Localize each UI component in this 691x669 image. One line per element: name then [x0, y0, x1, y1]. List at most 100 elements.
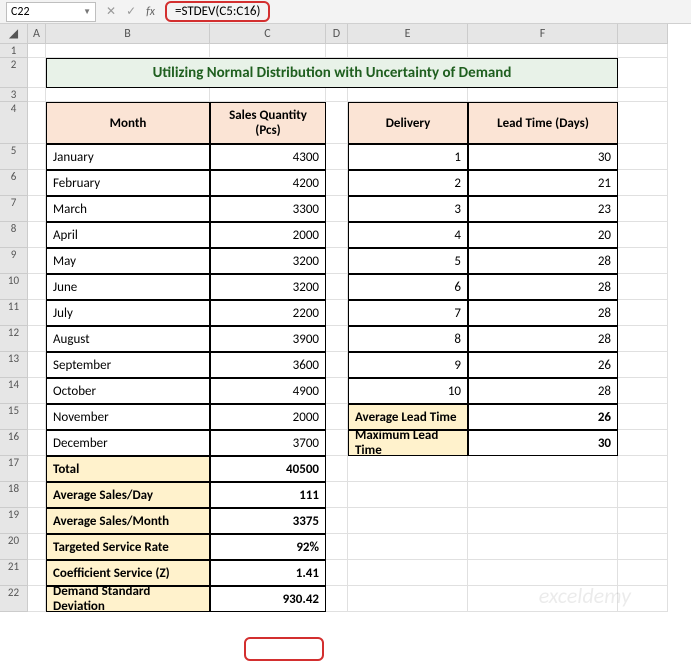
row-20[interactable]: 20 — [0, 534, 28, 560]
qty-cell[interactable]: 2000 — [210, 404, 326, 430]
cancel-icon[interactable]: ✕ — [106, 4, 116, 19]
left-summary-label[interactable]: Total — [46, 456, 210, 482]
month-cell[interactable]: December — [46, 430, 210, 456]
delivery-cell[interactable]: 6 — [348, 274, 468, 300]
enter-icon[interactable]: ✓ — [126, 4, 136, 19]
delivery-cell[interactable]: 4 — [348, 222, 468, 248]
row-12[interactable]: 12 — [0, 326, 28, 352]
qty-cell[interactable]: 3200 — [210, 274, 326, 300]
leadtime-cell[interactable]: 21 — [468, 170, 618, 196]
delivery-cell[interactable]: 9 — [348, 352, 468, 378]
month-cell[interactable]: May — [46, 248, 210, 274]
qty-cell[interactable]: 4300 — [210, 144, 326, 170]
month-cell[interactable]: August — [46, 326, 210, 352]
row-18[interactable]: 18 — [0, 482, 28, 508]
month-cell[interactable]: June — [46, 274, 210, 300]
row-7[interactable]: 7 — [0, 196, 28, 222]
left-summary-value[interactable]: 111 — [210, 482, 326, 508]
qty-cell[interactable]: 2000 — [210, 222, 326, 248]
left-summary-value[interactable]: 92% — [210, 534, 326, 560]
row-22[interactable]: 22 — [0, 586, 28, 612]
month-cell[interactable]: November — [46, 404, 210, 430]
right-summary-label[interactable]: Average Lead Time — [348, 404, 468, 430]
row-11[interactable]: 11 — [0, 300, 28, 326]
month-cell[interactable]: September — [46, 352, 210, 378]
name-box-value: C22 — [11, 5, 30, 19]
col-A[interactable]: A — [28, 24, 46, 44]
leadtime-cell[interactable]: 26 — [468, 352, 618, 378]
left-summary-label[interactable]: Average Sales/Day — [46, 482, 210, 508]
row-9[interactable]: 9 — [0, 248, 28, 274]
leadtime-cell[interactable]: 20 — [468, 222, 618, 248]
row-10[interactable]: 10 — [0, 274, 28, 300]
left-summary-label[interactable]: Demand Standard Deviation — [46, 586, 210, 612]
select-all[interactable]: ◢ — [0, 24, 28, 44]
col-E[interactable]: E — [348, 24, 468, 44]
row-1[interactable]: 1 — [0, 44, 28, 58]
row-16[interactable]: 16 — [0, 430, 28, 456]
row-3[interactable]: 3 — [0, 88, 28, 102]
fx-label[interactable]: fx — [146, 5, 155, 19]
delivery-cell[interactable]: 5 — [348, 248, 468, 274]
row-2[interactable]: 2 — [0, 58, 28, 88]
qty-cell[interactable]: 2200 — [210, 300, 326, 326]
leadtime-cell[interactable]: 28 — [468, 326, 618, 352]
col-F[interactable]: F — [468, 24, 618, 44]
delivery-cell[interactable]: 7 — [348, 300, 468, 326]
month-cell[interactable]: July — [46, 300, 210, 326]
row-4[interactable]: 4 — [0, 102, 28, 144]
row-19[interactable]: 19 — [0, 508, 28, 534]
delivery-cell[interactable]: 2 — [348, 170, 468, 196]
leadtime-cell[interactable]: 28 — [468, 248, 618, 274]
qty-cell[interactable]: 3600 — [210, 352, 326, 378]
right-summary-value[interactable]: 30 — [468, 430, 618, 456]
name-box-dropdown-icon[interactable]: ▼ — [83, 7, 91, 17]
left-summary-label[interactable]: Coefficient Service (Z) — [46, 560, 210, 586]
left-summary-value[interactable]: 930.42 — [210, 586, 326, 612]
row-15[interactable]: 15 — [0, 404, 28, 430]
row-21[interactable]: 21 — [0, 560, 28, 586]
col-C[interactable]: C — [210, 24, 326, 44]
row-14[interactable]: 14 — [0, 378, 28, 404]
qty-cell[interactable]: 4900 — [210, 378, 326, 404]
left-summary-value[interactable]: 1.41 — [210, 560, 326, 586]
month-cell[interactable]: October — [46, 378, 210, 404]
row-8[interactable]: 8 — [0, 222, 28, 248]
qty-cell[interactable]: 3200 — [210, 248, 326, 274]
leadtime-cell[interactable]: 23 — [468, 196, 618, 222]
highlight-ring — [244, 637, 324, 661]
right-summary-label[interactable]: Maximum Lead Time — [348, 430, 468, 456]
delivery-cell[interactable]: 8 — [348, 326, 468, 352]
month-cell[interactable]: February — [46, 170, 210, 196]
row-5[interactable]: 5 — [0, 144, 28, 170]
header-delivery: Delivery — [348, 102, 468, 144]
leadtime-cell[interactable]: 30 — [468, 144, 618, 170]
left-summary-value[interactable]: 3375 — [210, 508, 326, 534]
formula-input[interactable]: =STDEV(C5:C16) — [165, 1, 270, 22]
left-summary-value[interactable]: 40500 — [210, 456, 326, 482]
month-cell[interactable]: March — [46, 196, 210, 222]
month-cell[interactable]: January — [46, 144, 210, 170]
row-13[interactable]: 13 — [0, 352, 28, 378]
name-box[interactable]: C22 ▼ — [6, 2, 96, 22]
col-B[interactable]: B — [46, 24, 210, 44]
qty-cell[interactable]: 4200 — [210, 170, 326, 196]
delivery-cell[interactable]: 3 — [348, 196, 468, 222]
row-6[interactable]: 6 — [0, 170, 28, 196]
leadtime-cell[interactable]: 28 — [468, 378, 618, 404]
leadtime-cell[interactable]: 28 — [468, 274, 618, 300]
left-summary-label[interactable]: Average Sales/Month — [46, 508, 210, 534]
month-cell[interactable]: April — [46, 222, 210, 248]
delivery-cell[interactable]: 10 — [348, 378, 468, 404]
leadtime-cell[interactable]: 28 — [468, 300, 618, 326]
qty-cell[interactable]: 3300 — [210, 196, 326, 222]
row-17[interactable]: 17 — [0, 456, 28, 482]
col-D[interactable]: D — [326, 24, 348, 44]
formula-bar: C22 ▼ ✕ ✓ fx =STDEV(C5:C16) — [0, 0, 691, 24]
left-summary-label[interactable]: Targeted Service Rate — [46, 534, 210, 560]
right-summary-value[interactable]: 26 — [468, 404, 618, 430]
col-overflow — [618, 24, 668, 44]
qty-cell[interactable]: 3900 — [210, 326, 326, 352]
delivery-cell[interactable]: 1 — [348, 144, 468, 170]
qty-cell[interactable]: 3700 — [210, 430, 326, 456]
